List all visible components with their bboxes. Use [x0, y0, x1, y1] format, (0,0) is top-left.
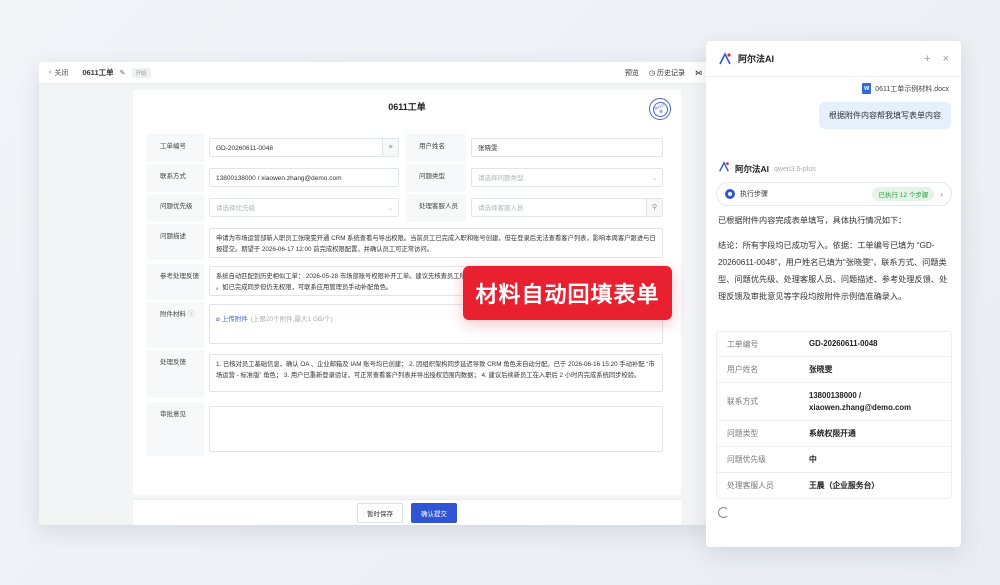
label-attachments: 附件材料 ⓘ	[147, 302, 204, 348]
refresh-icon[interactable]	[718, 507, 729, 518]
chevron-right-icon: ›	[940, 189, 943, 199]
handling-field[interactable]: 1. 已核对员工基础信息，确认 OA 、企业邮箱及 IAM 账号均已创建； 2.…	[209, 354, 663, 392]
label-handling: 处理反馈	[147, 350, 204, 398]
gear-icon	[725, 189, 735, 199]
priority-select[interactable]: 请选择优先级 ⌄	[209, 198, 399, 217]
label-ticket-no: 工单编号	[147, 134, 204, 162]
save-draft-button[interactable]: 暂时保存	[357, 502, 403, 523]
form-footer: 暂时保存 确认提交	[133, 499, 681, 525]
agent-select[interactable]: 请选择客服人员 ⚲	[471, 198, 663, 217]
label-issue-type: 问题类型	[406, 164, 466, 192]
label-contact: 联系方式	[147, 164, 204, 192]
info-icon: ⓘ	[187, 311, 195, 318]
table-row: 处理客服人员 王晨（企业服务台）	[717, 472, 951, 498]
table-row: 用户姓名 张晓雯	[717, 356, 951, 382]
user-message: 根据附件内容帮我填写表单内容	[819, 102, 951, 129]
steps-status-badge: 已执行 12 个步骤	[872, 187, 935, 201]
table-row: 问题优先级中	[717, 446, 951, 472]
label-description: 问题描述	[147, 224, 204, 260]
execution-steps-toggle[interactable]: 执行步骤 已执行 12 个步骤 ›	[716, 182, 952, 206]
chevron-left-icon: ‹	[49, 69, 52, 76]
chevron-down-icon: ⌄	[651, 176, 657, 182]
status-badge: 开始	[131, 67, 151, 78]
edit-icon[interactable]: ✎	[120, 69, 126, 77]
assistant-header: 阿尔法AI + ×	[706, 41, 961, 77]
window-title: 0611工单	[82, 68, 114, 77]
feature-caption: 材料自动回填表单	[463, 266, 672, 320]
clock-icon: ◷	[648, 69, 657, 77]
issue-type-select[interactable]: 请选择问题类型 ⌄	[471, 168, 663, 187]
window-toolbar: ‹ 关闭 0611工单 ✎ 开始 预览 ◷ 历史记录 ⋈	[39, 62, 712, 84]
assistant-panel: 阿尔法AI + × W 0611工单示例材料.docx 根据附件内容帮我填写表单…	[706, 41, 961, 547]
upload-link[interactable]: 上传附件	[222, 316, 248, 323]
assistant-name: 阿尔法AI	[738, 54, 775, 64]
description-field[interactable]: 申请为市场运营部新入职员工张晓雯开通 CRM 系统查看与导出权限。当前员工已完成…	[209, 228, 663, 258]
submit-button[interactable]: 确认提交	[411, 502, 457, 523]
table-row: 联系方式 13800138000 / xiaowen.zhang@demo.com	[717, 382, 951, 420]
reply-body: 结论：所有字段均已成功写入。依据：工单编号已填为 “GD-20260611-00…	[718, 241, 948, 301]
label-user-name: 用户姓名	[406, 134, 466, 162]
share-icon[interactable]: ⋈	[695, 69, 702, 77]
list-icon[interactable]: ≡	[382, 139, 398, 156]
ticket-no-field[interactable]: GD-20260611-0048 ≡	[209, 138, 399, 157]
label-priority: 问题优先级	[147, 194, 204, 222]
contact-field[interactable]: 13800138000 / xiaowen.zhang@demo.com	[209, 168, 399, 187]
model-name: qwen3.6-plus	[774, 165, 816, 173]
word-doc-icon: W	[862, 83, 872, 94]
user-name-field[interactable]: 张晓雯	[471, 138, 663, 157]
form-title: 0611工单	[388, 102, 426, 112]
table-row: 工单编号 GD-20260611-0048	[727, 339, 878, 349]
result-table: 工单编号 GD-20260611-0048 用户姓名 张晓雯 联系方式 1380013…	[716, 331, 952, 499]
label-approval: 审批意见	[147, 402, 204, 456]
chevron-down-icon: ⌄	[387, 206, 393, 212]
new-chat-icon[interactable]: +	[924, 53, 930, 65]
assistant-logo-icon	[718, 160, 730, 178]
attachment-chip[interactable]: W 0611工单示例材料.docx	[862, 83, 949, 94]
user-icon[interactable]: ⚲	[646, 199, 662, 216]
reply-intro: 已根据附件内容完成表单填写，具体执行情况如下：	[718, 216, 907, 225]
close-icon[interactable]: ×	[943, 53, 949, 65]
table-row: 问题类型 系统权限开通	[717, 420, 951, 446]
label-reference: 参考处理反馈	[147, 264, 204, 300]
history-button[interactable]: ◷ 历史记录	[649, 68, 685, 78]
close-button[interactable]: ‹ 关闭	[49, 68, 68, 78]
stamp-icon: 执行引擎	[649, 98, 671, 120]
ai-message-header: 阿尔法AI qwen3.6-plus	[718, 160, 816, 178]
assistant-logo-icon	[718, 51, 732, 66]
ai-name: 阿尔法AI	[735, 164, 770, 174]
approval-field[interactable]	[209, 406, 663, 452]
label-agent: 处理客服人员	[406, 194, 466, 222]
preview-button[interactable]: 预览	[625, 68, 639, 78]
